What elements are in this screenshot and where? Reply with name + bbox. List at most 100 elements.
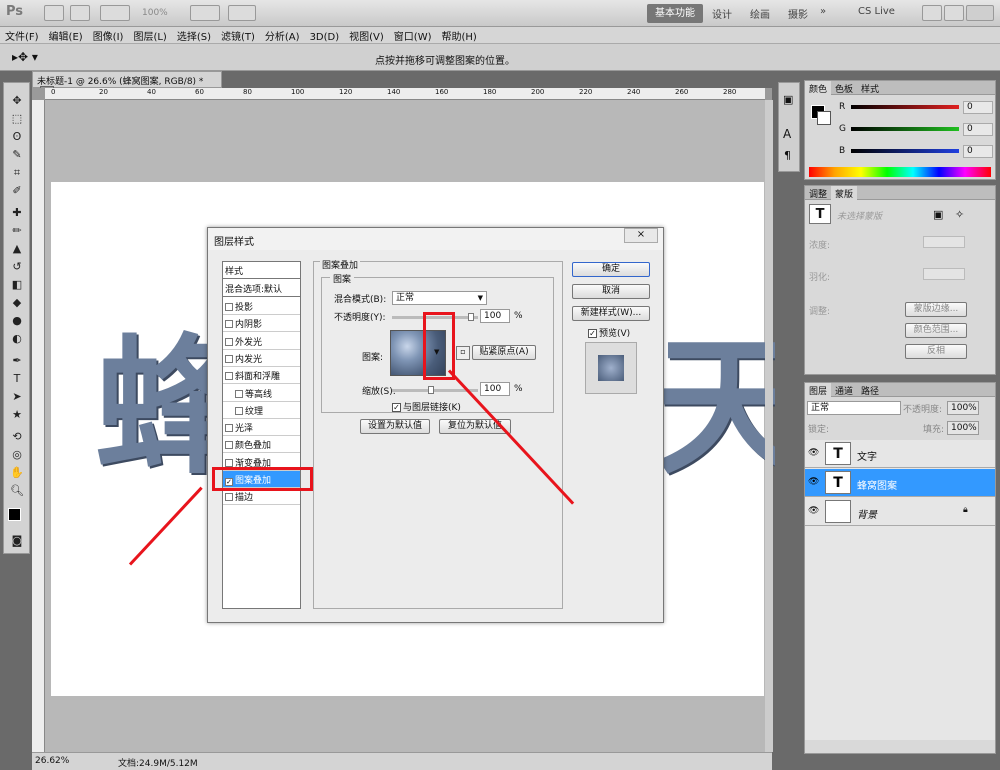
eraser-tool-icon[interactable]: ◧ xyxy=(8,277,26,293)
menu-image[interactable]: 图像(I) xyxy=(88,27,129,43)
ok-button[interactable]: 确定 xyxy=(572,262,650,277)
tab-swatches[interactable]: 色板 xyxy=(831,81,857,96)
character-panel-icon[interactable]: A xyxy=(783,127,791,141)
new-style-button[interactable]: 新建样式(W)... xyxy=(572,306,650,321)
blend-mode-select[interactable]: 正常 ▼ xyxy=(392,291,487,305)
visibility-eye-icon[interactable]: 👁︎ xyxy=(808,506,820,516)
style-item[interactable]: 等高线 xyxy=(223,385,300,402)
tab-styles[interactable]: 样式 xyxy=(857,81,883,96)
density-field[interactable] xyxy=(923,236,965,248)
checkbox-icon[interactable] xyxy=(225,441,233,450)
menu-window[interactable]: 窗口(W) xyxy=(389,27,437,43)
lasso-tool-icon[interactable]: ʘ xyxy=(8,129,26,145)
feather-field[interactable] xyxy=(923,268,965,280)
menu-analysis[interactable]: 分析(A) xyxy=(260,27,305,43)
checkbox-icon[interactable] xyxy=(225,320,233,329)
menu-select[interactable]: 选择(S) xyxy=(172,27,216,43)
invert-button[interactable]: 反相 xyxy=(905,344,967,359)
workspace-painting[interactable]: 绘画 xyxy=(750,6,770,21)
style-item[interactable]: 内发光 xyxy=(223,350,300,367)
quick-select-tool-icon[interactable]: ✎ xyxy=(8,147,26,163)
healing-brush-icon[interactable]: ✚ xyxy=(8,205,26,221)
set-default-button[interactable]: 设置为默认值 xyxy=(360,419,430,434)
layer-blend-mode-select[interactable]: 正常 xyxy=(807,401,901,415)
style-item[interactable]: 外发光 xyxy=(223,333,300,350)
zoom-level[interactable]: 100% xyxy=(142,8,168,18)
menu-file[interactable]: 文件(F) xyxy=(0,27,44,43)
view-extras-icon[interactable] xyxy=(100,5,130,21)
document-tab[interactable]: 未标题-1 @ 26.6% (蜂窝图案, RGB/8) * × xyxy=(32,71,222,98)
opacity-slider-handle[interactable] xyxy=(468,313,474,321)
close-button[interactable] xyxy=(966,5,994,21)
menu-layer[interactable]: 图层(L) xyxy=(128,27,171,43)
layer-row-background[interactable]: 👁︎ 背景 🔒︎ xyxy=(805,498,995,526)
move-tool-icon[interactable]: ✥ xyxy=(8,93,26,109)
brush-tool-icon[interactable]: ✏ xyxy=(8,223,26,239)
checkbox-icon[interactable] xyxy=(235,406,243,415)
green-value[interactable]: 0 xyxy=(963,123,993,136)
crop-tool-icon[interactable]: ⌗ xyxy=(8,165,26,181)
visibility-eye-icon[interactable]: 👁︎ xyxy=(808,477,820,487)
eyedropper-tool-icon[interactable]: ✐ xyxy=(8,183,26,199)
3d-orbit-icon[interactable]: ◎ xyxy=(8,447,26,463)
pixel-mask-icon[interactable]: ▣ xyxy=(933,208,943,221)
vertical-scrollbar[interactable] xyxy=(765,100,773,752)
color-spectrum-bar[interactable] xyxy=(809,167,991,177)
tab-color[interactable]: 颜色 xyxy=(805,81,832,96)
menu-filter[interactable]: 滤镜(T) xyxy=(216,27,260,43)
checkbox-icon[interactable] xyxy=(225,337,233,346)
foreground-color-swatch[interactable] xyxy=(8,508,21,521)
paragraph-panel-icon[interactable]: ¶ xyxy=(784,149,791,162)
workspace-design[interactable]: 设计 xyxy=(712,6,732,21)
style-item[interactable]: 内阴影 xyxy=(223,315,300,333)
checkbox-icon[interactable] xyxy=(225,303,233,311)
workspace-photography[interactable]: 摄影 xyxy=(788,6,808,21)
type-tool-icon[interactable]: T xyxy=(8,371,26,387)
pen-tool-icon[interactable]: ✒ xyxy=(8,353,26,369)
restore-button[interactable] xyxy=(944,5,964,21)
menu-help[interactable]: 帮助(H) xyxy=(437,27,482,43)
menu-3d[interactable]: 3D(D) xyxy=(305,31,345,43)
paint-bucket-icon[interactable]: ◆ xyxy=(8,295,26,311)
tab-adjustments[interactable]: 调整 xyxy=(805,186,831,201)
menu-edit[interactable]: 编辑(E) xyxy=(44,27,88,43)
preview-checkbox[interactable]: ✓ 预览(V) xyxy=(588,326,630,339)
checkbox-icon[interactable] xyxy=(225,372,233,381)
history-panel-icon[interactable]: ▣ xyxy=(783,93,793,106)
checkbox-icon[interactable] xyxy=(225,424,233,433)
style-item[interactable]: 投影 xyxy=(223,298,300,315)
marquee-tool-icon[interactable]: ⬚ xyxy=(8,111,26,127)
style-item[interactable]: 斜面和浮雕 xyxy=(223,367,300,385)
hand-tool-icon[interactable]: ✋ xyxy=(8,465,26,481)
red-value[interactable]: 0 xyxy=(963,101,993,114)
screen-mode-icon[interactable] xyxy=(228,5,256,21)
bridge-icon[interactable] xyxy=(44,5,64,21)
workspace-essentials[interactable]: 基本功能 xyxy=(647,4,703,23)
more-workspaces-icon[interactable]: » xyxy=(820,6,826,17)
checkbox-icon[interactable] xyxy=(225,354,233,363)
quick-mask-icon[interactable]: ◙ xyxy=(8,533,26,549)
blue-value[interactable]: 0 xyxy=(963,145,993,158)
layer-row-text[interactable]: 👁︎ T 文字 xyxy=(805,440,995,468)
layer-row-pattern[interactable]: 👁︎ T 蜂窝图案 xyxy=(805,469,995,497)
history-brush-icon[interactable]: ↺ xyxy=(8,259,26,275)
mask-edge-button[interactable]: 蒙版边缘... xyxy=(905,302,967,317)
tab-channels[interactable]: 通道 xyxy=(831,383,857,398)
green-slider[interactable] xyxy=(851,127,959,131)
style-item[interactable]: 颜色叠加 xyxy=(223,436,300,454)
zoom-tool-icon[interactable]: 🔍︎ xyxy=(8,483,26,499)
dodge-tool-icon[interactable]: ◐ xyxy=(8,331,26,347)
red-slider[interactable] xyxy=(851,105,959,109)
move-tool-preset-icon[interactable]: ▸✥ ▾ xyxy=(12,50,38,64)
clone-stamp-icon[interactable]: ▲ xyxy=(8,241,26,257)
minimize-button[interactable] xyxy=(922,5,942,21)
cancel-button[interactable]: 取消 xyxy=(572,284,650,299)
color-background-swatch[interactable] xyxy=(817,111,831,125)
layer-opacity-field[interactable]: 100% xyxy=(947,401,979,415)
opacity-field[interactable]: 100 xyxy=(480,309,510,323)
tab-layers[interactable]: 图层 xyxy=(805,383,832,398)
color-range-button[interactable]: 颜色范围... xyxy=(905,323,967,338)
menu-view[interactable]: 视图(V) xyxy=(344,27,389,43)
blending-options-default[interactable]: 混合选项:默认 xyxy=(223,280,300,297)
style-item[interactable]: 纹理 xyxy=(223,402,300,419)
